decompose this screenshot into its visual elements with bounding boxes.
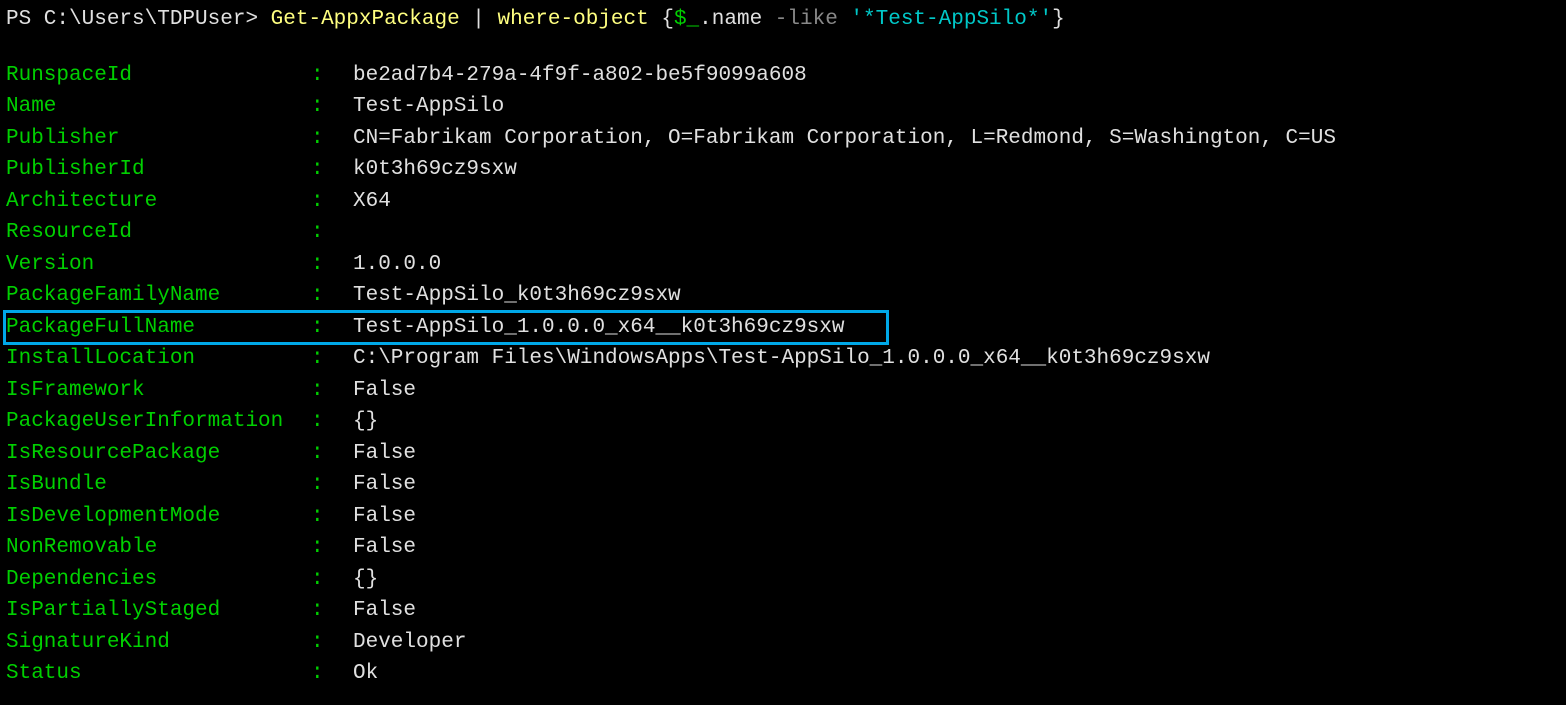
output-row: IsBundle: False <box>6 469 1560 501</box>
property-name: Architecture <box>6 186 311 218</box>
string-argument: '*Test-AppSilo*' <box>850 8 1052 31</box>
output-row: PackageFullName: Test-AppSilo_1.0.0.0_x6… <box>6 312 1560 344</box>
like-operator: -like <box>775 8 851 31</box>
property-name: PublisherId <box>6 154 311 186</box>
property-value: X64 <box>353 186 391 218</box>
output-row: PublisherId: k0t3h69cz9sxw <box>6 154 1560 186</box>
property-name: IsBundle <box>6 469 311 501</box>
property-name: PackageFamilyName <box>6 280 311 312</box>
property-name: Version <box>6 249 311 281</box>
property-value: Test-AppSilo <box>353 91 504 123</box>
output-row: PackageFamilyName: Test-AppSilo_k0t3h69c… <box>6 280 1560 312</box>
separator: : <box>311 469 353 501</box>
separator: : <box>311 60 353 92</box>
output-row: RunspaceId: be2ad7b4-279a-4f9f-a802-be5f… <box>6 60 1560 92</box>
cmdlet-where-object: where-object <box>498 8 649 31</box>
property-value: Test-AppSilo_1.0.0.0_x64__k0t3h69cz9sxw <box>353 312 844 344</box>
property-value: be2ad7b4-279a-4f9f-a802-be5f9099a608 <box>353 60 807 92</box>
separator: : <box>311 249 353 281</box>
separator: : <box>311 438 353 470</box>
property-value: C:\Program Files\WindowsApps\Test-AppSil… <box>353 343 1210 375</box>
property-name: SignatureKind <box>6 627 311 659</box>
separator: : <box>311 217 353 249</box>
property-name: Status <box>6 658 311 690</box>
output-row: SignatureKind: Developer <box>6 627 1560 659</box>
automatic-variable: $_ <box>674 8 699 31</box>
property-value: Test-AppSilo_k0t3h69cz9sxw <box>353 280 681 312</box>
separator: : <box>311 91 353 123</box>
output-block: RunspaceId: be2ad7b4-279a-4f9f-a802-be5f… <box>6 60 1560 690</box>
output-row: Architecture: X64 <box>6 186 1560 218</box>
property-name: PackageFullName <box>6 312 311 344</box>
brace-close: } <box>1052 8 1065 31</box>
property-name: IsPartiallyStaged <box>6 595 311 627</box>
separator: : <box>311 532 353 564</box>
output-row: IsDevelopmentMode: False <box>6 501 1560 533</box>
separator: : <box>311 154 353 186</box>
separator: : <box>311 186 353 218</box>
property-value: {} <box>353 564 378 596</box>
output-row: Status: Ok <box>6 658 1560 690</box>
property-value: 1.0.0.0 <box>353 249 441 281</box>
separator: : <box>311 564 353 596</box>
property-value: False <box>353 595 416 627</box>
property-name: Dependencies <box>6 564 311 596</box>
output-row: Publisher: CN=Fabrikam Corporation, O=Fa… <box>6 123 1560 155</box>
property-value: Ok <box>353 658 378 690</box>
output-row: IsFramework: False <box>6 375 1560 407</box>
property-value: False <box>353 501 416 533</box>
separator: : <box>311 375 353 407</box>
separator: : <box>311 627 353 659</box>
separator: : <box>311 280 353 312</box>
powershell-terminal[interactable]: PS C:\Users\TDPUser> Get-AppxPackage | w… <box>0 0 1566 694</box>
property-value: {} <box>353 406 378 438</box>
pipe-operator: | <box>460 8 498 31</box>
cmdlet-get-appxpackage: Get-AppxPackage <box>271 8 460 31</box>
prompt-prefix: PS C:\Users\TDPUser> <box>6 8 271 31</box>
property-value: Developer <box>353 627 466 659</box>
output-row: Version: 1.0.0.0 <box>6 249 1560 281</box>
output-row: NonRemovable: False <box>6 532 1560 564</box>
separator: : <box>311 501 353 533</box>
property-value: False <box>353 375 416 407</box>
output-row: ResourceId: <box>6 217 1560 249</box>
property-name: IsFramework <box>6 375 311 407</box>
brace-open: { <box>661 8 674 31</box>
command-line[interactable]: PS C:\Users\TDPUser> Get-AppxPackage | w… <box>6 4 1560 36</box>
property-value: False <box>353 469 416 501</box>
output-row: Dependencies: {} <box>6 564 1560 596</box>
separator: : <box>311 658 353 690</box>
separator: : <box>311 123 353 155</box>
property-name: IsDevelopmentMode <box>6 501 311 533</box>
separator: : <box>311 406 353 438</box>
property-name: RunspaceId <box>6 60 311 92</box>
property-name: PackageUserInformation <box>6 406 311 438</box>
separator: : <box>311 595 353 627</box>
property-name: Publisher <box>6 123 311 155</box>
property-value: False <box>353 532 416 564</box>
property-name: IsResourcePackage <box>6 438 311 470</box>
property-value: k0t3h69cz9sxw <box>353 154 517 186</box>
property-value: CN=Fabrikam Corporation, O=Fabrikam Corp… <box>353 123 1336 155</box>
output-row: Name: Test-AppSilo <box>6 91 1560 123</box>
separator: : <box>311 343 353 375</box>
separator: : <box>311 312 353 344</box>
property-name: Name <box>6 91 311 123</box>
output-row: IsResourcePackage: False <box>6 438 1560 470</box>
output-row: IsPartiallyStaged: False <box>6 595 1560 627</box>
member-access: .name <box>699 8 775 31</box>
output-row: InstallLocation: C:\Program Files\Window… <box>6 343 1560 375</box>
output-row: PackageUserInformation: {} <box>6 406 1560 438</box>
property-name: ResourceId <box>6 217 311 249</box>
property-name: NonRemovable <box>6 532 311 564</box>
property-name: InstallLocation <box>6 343 311 375</box>
property-value: False <box>353 438 416 470</box>
